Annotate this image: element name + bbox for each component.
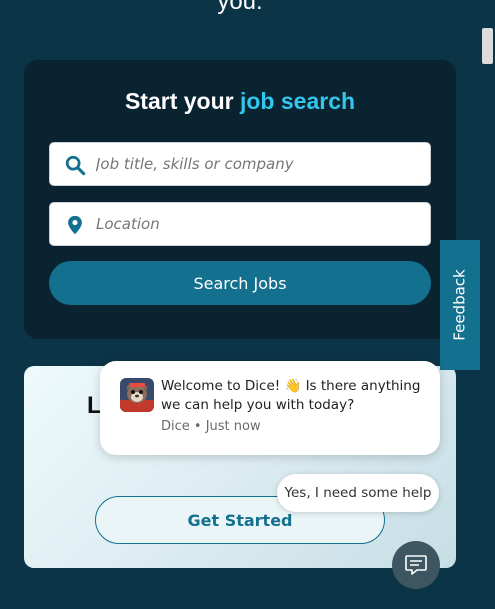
hero-heading-tail: you.	[217, 0, 263, 15]
chat-icon	[405, 555, 427, 575]
dice-mascot-avatar	[120, 378, 154, 412]
chat-meta: Dice • Just now	[161, 419, 261, 434]
search-title: Start your job search	[24, 88, 456, 115]
search-title-accent: job search	[239, 88, 356, 114]
job-title-field[interactable]	[49, 142, 431, 186]
search-jobs-button[interactable]: Search Jobs	[49, 261, 431, 305]
feedback-tab[interactable]: Feedback	[440, 240, 480, 370]
scrollbar-thumb[interactable]	[482, 28, 493, 64]
location-field[interactable]	[49, 202, 431, 246]
job-title-input[interactable]	[96, 143, 416, 185]
location-input[interactable]	[96, 203, 416, 245]
chat-welcome-bubble[interactable]: Welcome to Dice! 👋 Is there anything we …	[100, 361, 440, 455]
location-pin-icon	[68, 215, 82, 235]
search-title-part1: Start your	[124, 88, 240, 114]
chat-message: Welcome to Dice! 👋 Is there anything we …	[161, 378, 421, 413]
job-search-card: Start your job search Search Jobs	[24, 60, 456, 339]
page-scrollbar[interactable]	[480, 0, 495, 609]
search-icon	[65, 155, 86, 176]
quick-reply-button[interactable]: Yes, I need some help	[277, 474, 439, 512]
feedback-label: Feedback	[451, 269, 469, 341]
chat-launcher-button[interactable]	[392, 541, 440, 589]
